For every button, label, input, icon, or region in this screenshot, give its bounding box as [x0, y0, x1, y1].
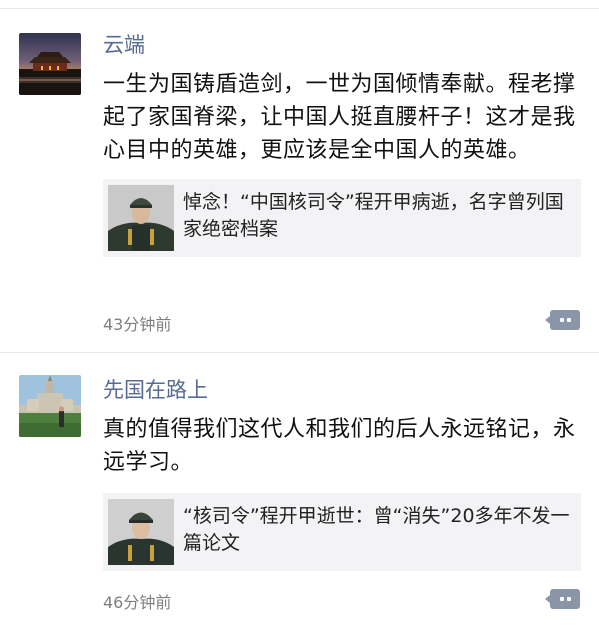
forbidden-city-photo	[19, 33, 81, 95]
article-title: 悼念！“中国核司令”程开甲病逝，名字曾列国家绝密档案	[183, 191, 564, 240]
article-thumbnail	[108, 185, 174, 251]
avatar[interactable]	[19, 375, 81, 437]
post-text: 一生为国铸盾造剑，一世为国倾情奉献。程老撑起了家国脊梁，让中国人挺直腰杆子！这才…	[103, 72, 576, 163]
post-time: 43分钟前	[103, 315, 172, 334]
shared-article-card[interactable]: “核司令”程开甲逝世：曾“消失”20多年不发一篇论文	[103, 493, 581, 571]
post-text: 真的值得我们这代人和我们的后人永远铭记，永远学习。	[103, 417, 576, 475]
divider	[0, 8, 599, 9]
moments-feed: 云端 一生为国铸盾造剑，一世为国倾情奉献。程老撑起了家国脊梁，让中国人挺直腰杆子…	[0, 0, 599, 640]
avatar[interactable]	[19, 33, 81, 95]
article-title: “核司令”程开甲逝世：曾“消失”20多年不发一篇论文	[183, 505, 570, 554]
article-thumbnail	[108, 499, 174, 565]
divider	[0, 352, 599, 353]
building-photo	[19, 375, 81, 437]
moment-post: 先国在路上 真的值得我们这代人和我们的后人永远铭记，永远学习。 “核司令”程开甲…	[0, 370, 599, 640]
author-name[interactable]: 云端	[103, 32, 581, 58]
comment-icon[interactable]	[545, 310, 580, 330]
author-name[interactable]: 先国在路上	[103, 377, 581, 403]
post-time: 46分钟前	[103, 593, 172, 612]
comment-icon[interactable]	[545, 589, 580, 609]
shared-article-card[interactable]: 悼念！“中国核司令”程开甲病逝，名字曾列国家绝密档案	[103, 179, 581, 257]
moment-post: 云端 一生为国铸盾造剑，一世为国倾情奉献。程老撑起了家国脊梁，让中国人挺直腰杆子…	[0, 30, 599, 354]
